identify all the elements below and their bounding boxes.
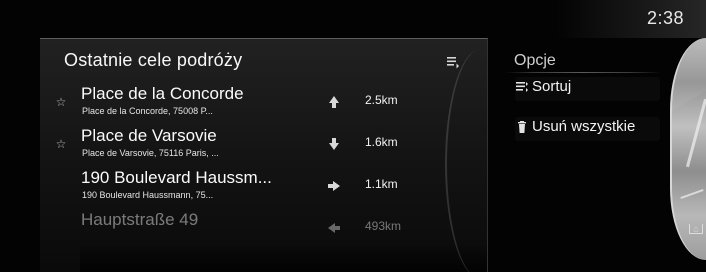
- star-icon: ☆: [55, 137, 67, 151]
- destination-address: Place de la Concorde, 75008 P...: [82, 106, 213, 116]
- destination-list: ☆ Place de la Concorde Place de la Conco…: [40, 82, 487, 250]
- delete-all-button-label: Usuń wszystkie: [532, 118, 636, 135]
- direction-left-icon: [328, 223, 340, 233]
- recent-destinations-panel: Ostatnie cele podróży ☆ Place de la Conc…: [40, 38, 488, 272]
- direction-right-icon: [328, 181, 340, 191]
- sort-button-label: Sortuj: [532, 78, 572, 95]
- destination-title: Hauptstraße 49: [81, 210, 199, 229]
- destination-title: 190 Boulevard Haussm...: [81, 168, 272, 187]
- options-title: Opcje: [514, 52, 556, 69]
- sort-icon: [516, 82, 528, 92]
- options-divider: [505, 72, 661, 73]
- trash-icon: [518, 121, 526, 133]
- destination-address: 190 Boulevard Haussmann, 75...: [82, 190, 214, 200]
- star-icon: [54, 221, 68, 235]
- star-icon: [54, 179, 68, 193]
- direction-up-icon: [329, 96, 339, 108]
- map-road: [685, 98, 706, 168]
- list-item[interactable]: 190 Boulevard Haussm... 190 Boulevard Ha…: [40, 166, 487, 208]
- distance-text: 1.6km: [365, 135, 398, 149]
- distance-text: 1.1km: [365, 177, 398, 191]
- destination-title: Place de la Concorde: [81, 84, 244, 103]
- navigation-screen: 2:38 ⌂ Ostatnie cele podróży ☆ Place de …: [0, 0, 706, 272]
- list-item[interactable]: ☆ Place de Varsovie Place de Varsovie, 7…: [40, 124, 487, 166]
- destination-address: Place de Varsovie, 75116 Paris, ...: [82, 148, 219, 158]
- map-fragment[interactable]: ⌂: [670, 38, 706, 260]
- star-icon: ☆: [55, 95, 67, 109]
- map-road: [680, 188, 704, 200]
- options-panel: Opcje Sortuj Usuń wszystkie: [505, 44, 661, 144]
- delete-all-button[interactable]: Usuń wszystkie: [515, 117, 660, 141]
- sort-button[interactable]: Sortuj: [515, 77, 660, 101]
- direction-down-icon: [329, 138, 339, 150]
- map-marker-icon: ⌂: [689, 224, 703, 234]
- list-item[interactable]: ☆ Place de la Concorde Place de la Conco…: [40, 82, 487, 124]
- clock: 2:38: [646, 8, 684, 28]
- distance-text: 493km: [365, 219, 402, 233]
- list-fade-overlay: [80, 242, 487, 272]
- destination-title: Place de Varsovie: [81, 126, 217, 145]
- page-title: Ostatnie cele podróży: [64, 50, 243, 70]
- distance-text: 2.5km: [365, 93, 398, 107]
- list-icon[interactable]: [446, 55, 460, 69]
